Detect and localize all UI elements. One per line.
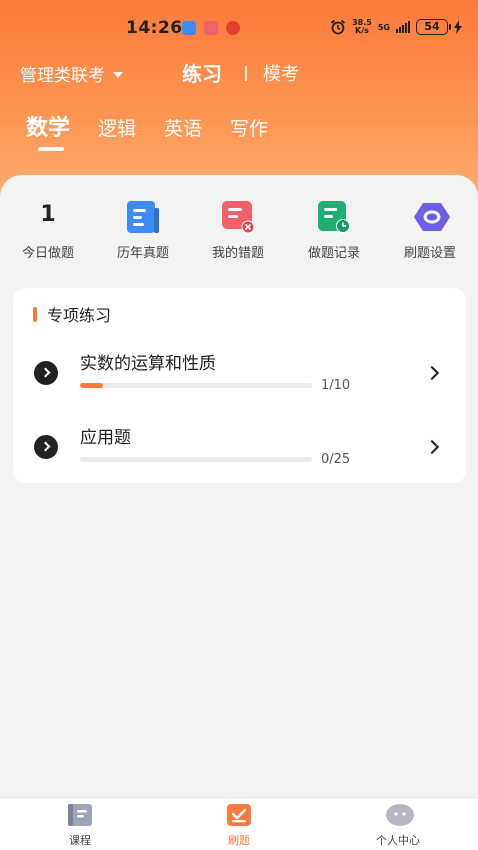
special-practice-card: 专项练习 实数的运算和性质 1/10 应用题 0/25 [13,288,466,483]
mistakes-icon [221,200,255,234]
records-button[interactable]: 做题记录 [289,200,379,261]
mistakes-label: 我的错题 [211,246,264,261]
past-papers-label: 历年真题 [116,246,169,261]
records-icon [317,200,351,234]
network-speed: 38.5 K/s [352,19,372,35]
chevron-right-icon[interactable] [424,365,440,381]
chevron-right-icon[interactable] [424,439,440,455]
topic-progress-fill [80,383,104,388]
checklist-icon [226,804,252,826]
today-count-label: 今日做题 [21,246,74,261]
subject-tab-writing[interactable]: 写作 [230,116,268,142]
status-time: 14:26 [126,18,183,38]
hexagon-settings-icon [413,200,450,234]
book-icon [67,804,93,826]
app-notification-icon [204,21,218,35]
tab-practice[interactable]: 练习 [182,58,222,87]
past-papers-icon [126,200,160,234]
tab-practice-label: 刷题 [228,834,250,847]
topic-progress-text: 0/25 [321,452,351,467]
topic-progress-text: 1/10 [321,378,351,393]
charging-icon [454,20,462,34]
status-bar: 14:26 38.5 K/s 5G 54 [0,14,478,42]
battery-icon: 54 [416,19,451,35]
bottom-tab-bar: 课程 刷题 个人中心 [0,797,478,850]
nav-divider [245,66,247,81]
past-papers-button[interactable]: 历年真题 [98,200,188,261]
tab-courses-label: 课程 [69,834,91,847]
app-notification-icon [226,21,240,35]
status-indicators: 38.5 K/s 5G 54 [330,19,462,35]
subject-tabs: 数学 逻辑 英语 写作 [26,116,296,151]
tab-profile[interactable]: 个人中心 [358,804,438,848]
tab-courses[interactable]: 课程 [40,804,120,848]
caret-down-icon [113,71,123,78]
subject-tab-logic[interactable]: 逻辑 [98,116,136,142]
topic-item[interactable]: 实数的运算和性质 1/10 [13,343,466,403]
topic-progress-bar [80,457,312,462]
exam-type-label: 管理类联考 [20,66,105,86]
topic-name: 应用题 [80,428,131,448]
alarm-icon [331,19,346,35]
today-count: 1 [40,202,56,227]
subject-tab-english[interactable]: 英语 [164,116,202,142]
profile-icon [385,804,414,826]
topic-item[interactable]: 应用题 0/25 [13,417,466,477]
expand-icon[interactable] [34,361,58,385]
expand-icon[interactable] [34,435,58,459]
card-title-text: 专项练习 [47,306,112,325]
quick-actions: 1 今日做题 历年真题 我的错题 做题记录 刷题设置 [0,200,478,261]
top-nav: 管理类联考 练习 模考 [0,58,478,88]
mistakes-button[interactable]: 我的错题 [193,200,283,261]
tab-practice-bottom[interactable]: 刷题 [199,804,279,848]
network-type: 5G [377,22,390,32]
card-title: 专项练习 [33,302,111,326]
tab-mock-exam[interactable]: 模考 [263,60,299,86]
settings-button[interactable]: 刷题设置 [385,200,475,261]
signal-icon [396,21,410,33]
today-count-button[interactable]: 1 今日做题 [3,200,93,261]
content-sheet [0,175,478,800]
title-accent-bar [33,306,37,322]
app-notification-icon [182,21,196,35]
settings-label: 刷题设置 [403,246,456,261]
tab-profile-label: 个人中心 [376,834,420,847]
topic-progress-bar [80,383,312,388]
records-label: 做题记录 [307,246,360,261]
network-speed-unit: K/s [355,26,369,35]
subject-tab-math[interactable]: 数学 [26,116,70,151]
topic-name: 实数的运算和性质 [80,354,216,374]
exam-type-dropdown[interactable]: 管理类联考 [20,61,123,86]
